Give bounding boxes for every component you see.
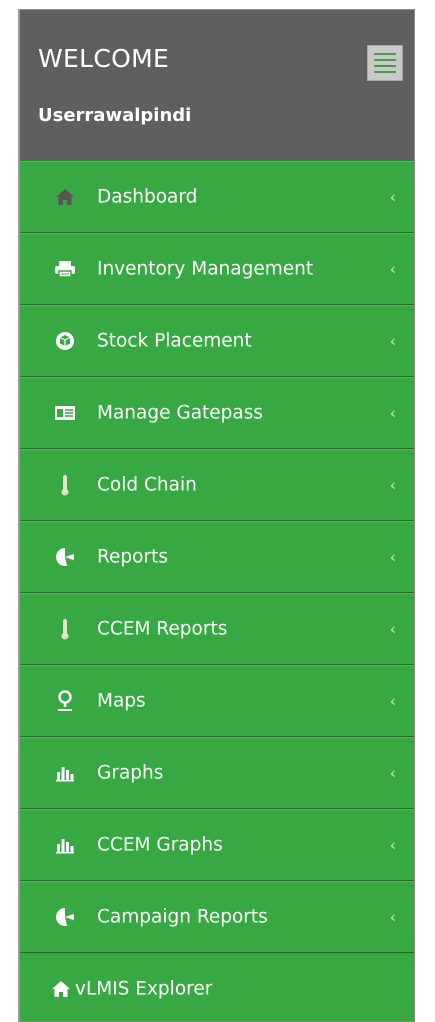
sidebar-item-label: Dashboard	[97, 186, 198, 208]
sidebar-item-ccem-graphs[interactable]: CCEM Graphs ‹	[20, 809, 414, 881]
chevron-left-icon: ‹	[389, 907, 396, 927]
sidebar-item-label: Graphs	[97, 762, 164, 784]
chevron-left-icon: ‹	[389, 547, 396, 567]
chevron-left-icon: ‹	[389, 187, 396, 207]
bar-chart-icon	[54, 834, 76, 856]
chevron-left-icon: ‹	[389, 331, 396, 351]
sidebar-item-ccem-reports[interactable]: CCEM Reports ‹	[20, 593, 414, 665]
hamburger-line	[374, 59, 396, 61]
sidebar-item-label: Stock Placement	[97, 330, 252, 352]
sidebar-item-campaign-reports[interactable]: Campaign Reports ‹	[20, 881, 414, 953]
sidebar-item-label: Manage Gatepass	[97, 402, 264, 424]
sidebar-item-label: CCEM Reports	[97, 618, 228, 640]
chevron-left-icon: ‹	[389, 475, 396, 495]
chevron-left-icon: ‹	[389, 619, 396, 639]
home-icon	[54, 186, 76, 208]
chevron-left-icon: ‹	[389, 403, 396, 423]
sidebar-header: WELCOME Userrawalpindi	[20, 10, 414, 161]
welcome-title: WELCOME	[38, 44, 170, 73]
chevron-left-icon: ‹	[389, 691, 396, 711]
chevron-left-icon: ‹	[389, 763, 396, 783]
sidebar-item-inventory-management[interactable]: Inventory Management ‹	[20, 233, 414, 305]
sidebar: WELCOME Userrawalpindi Dashboard ‹ Inven…	[18, 9, 415, 1022]
thermometer-icon	[54, 474, 76, 496]
sidebar-item-graphs[interactable]: Graphs ‹	[20, 737, 414, 809]
sidebar-item-label: CCEM Graphs	[97, 834, 223, 856]
hamburger-icon	[374, 53, 396, 55]
cube-icon	[54, 330, 76, 352]
sidebar-item-label: Reports	[97, 546, 168, 568]
chevron-left-icon: ‹	[389, 835, 396, 855]
pie-chart-icon	[54, 906, 76, 928]
hamburger-line	[374, 65, 396, 67]
id-card-icon	[54, 402, 76, 424]
sidebar-item-label: Inventory Management	[97, 258, 314, 280]
sidebar-item-cold-chain[interactable]: Cold Chain ‹	[20, 449, 414, 521]
sidebar-item-reports[interactable]: Reports ‹	[20, 521, 414, 593]
sidebar-item-label: Maps	[97, 690, 146, 712]
hamburger-line	[374, 71, 396, 73]
pie-chart-icon	[54, 546, 76, 568]
menu-toggle-button[interactable]	[367, 45, 403, 81]
username-label: Userrawalpindi	[38, 105, 192, 126]
bar-chart-icon	[54, 762, 76, 784]
chevron-left-icon: ‹	[389, 259, 396, 279]
sidebar-menu: Dashboard ‹ Inventory Management ‹ Stock…	[20, 161, 414, 953]
vlmis-explorer-link[interactable]: vLMIS Explorer	[20, 953, 414, 1021]
map-marker-icon	[54, 690, 76, 712]
sidebar-item-stock-placement[interactable]: Stock Placement ‹	[20, 305, 414, 377]
vlmis-explorer-label: vLMIS Explorer	[75, 978, 213, 1000]
sidebar-item-manage-gatepass[interactable]: Manage Gatepass ‹	[20, 377, 414, 449]
sidebar-item-label: Campaign Reports	[97, 906, 268, 928]
printer-icon	[54, 258, 76, 280]
home-icon	[50, 978, 72, 1000]
sidebar-item-dashboard[interactable]: Dashboard ‹	[20, 161, 414, 233]
sidebar-item-label: Cold Chain	[97, 474, 197, 496]
thermometer-icon	[54, 618, 76, 640]
sidebar-item-maps[interactable]: Maps ‹	[20, 665, 414, 737]
